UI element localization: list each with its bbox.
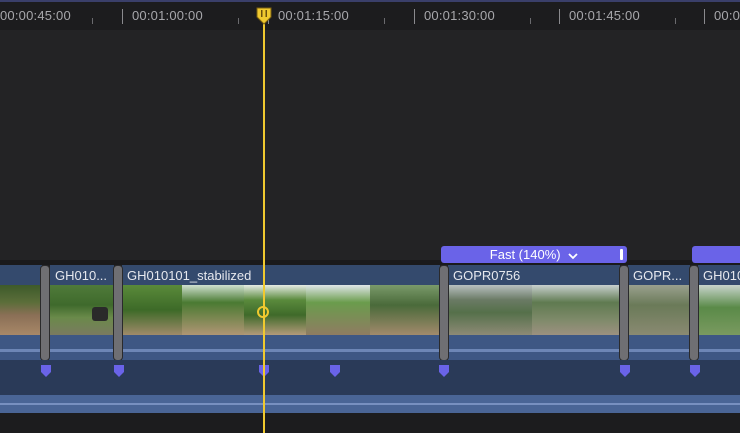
vehicle-shape [92, 307, 108, 321]
timecode-label: 00:01:00:00 [132, 8, 203, 23]
clip-thumbnail[interactable] [448, 285, 620, 335]
thumb-frame [244, 285, 306, 335]
clip-thumbnail[interactable] [50, 285, 114, 335]
clip-edit-point[interactable] [40, 265, 50, 361]
clip-thumbnail[interactable] [628, 285, 690, 335]
ruler-tick [704, 9, 705, 24]
clip-name: GH010 [703, 268, 740, 283]
marker-icon[interactable] [439, 365, 449, 377]
timecode-label: 00:01:30:00 [424, 8, 495, 23]
thumb-frame [532, 285, 620, 335]
clip-edit-point[interactable] [113, 265, 123, 361]
playhead-position-dot [257, 306, 269, 318]
ruler-tick [92, 18, 93, 24]
marker-icon[interactable] [330, 365, 340, 377]
marker-icon[interactable] [690, 365, 700, 377]
ruler-tick [122, 9, 123, 24]
timeline-bottom-area [0, 413, 740, 433]
clip-thumbnail[interactable] [698, 285, 740, 335]
ruler-tick [238, 18, 239, 24]
retime-label: Fast (140%) [489, 247, 561, 262]
ruler-tick [414, 9, 415, 24]
clip-header[interactable]: GH010 [698, 265, 740, 285]
clip-header[interactable]: GH010101_stabilized [122, 265, 440, 285]
timecode-label: 00:00:45:00 [0, 8, 71, 23]
timecode-label: 00:0 [714, 8, 740, 23]
clip-audio-waveform[interactable] [0, 335, 740, 360]
clip-name: GH010101_stabilized [127, 268, 252, 283]
clip-header[interactable]: GH010... [50, 265, 114, 285]
clip-edit-point[interactable] [689, 265, 699, 361]
ruler-tick [559, 9, 560, 24]
retime-handle[interactable] [620, 249, 623, 260]
clip-name: GOPR... [633, 268, 683, 283]
waveform-line [0, 403, 740, 405]
playhead-icon[interactable] [256, 7, 272, 25]
clip-edit-point[interactable] [619, 265, 629, 361]
audio-track-waveform[interactable] [0, 395, 740, 413]
retime-bar[interactable]: Fast (140%) [441, 246, 627, 263]
clip-name: GOPR0756 [453, 268, 521, 283]
marker-icon[interactable] [620, 365, 630, 377]
clip-edit-point[interactable] [439, 265, 449, 361]
chevron-down-icon [568, 252, 578, 259]
waveform-line [0, 349, 740, 352]
clip-name: GH010... [55, 268, 108, 283]
timeline-empty-area[interactable] [0, 30, 740, 260]
thumb-frame [370, 285, 440, 335]
playhead-line[interactable] [263, 18, 265, 433]
ruler-tick [384, 18, 385, 24]
clip-header[interactable]: GOPR0756 [448, 265, 620, 285]
marker-icon[interactable] [41, 365, 51, 377]
ruler-tick [530, 18, 531, 24]
thumb-frame [306, 285, 370, 335]
timeline-ruler[interactable]: 00:00:45:00 00:01:00:00 00:01:15:00 00:0… [0, 0, 740, 30]
thumb-frame [182, 285, 244, 335]
timecode-label: 00:01:45:00 [569, 8, 640, 23]
thumb-frame [122, 285, 182, 335]
clip-header[interactable]: GOPR... [628, 265, 690, 285]
timecode-label: 00:01:15:00 [278, 8, 349, 23]
ruler-tick [675, 18, 676, 24]
marker-icon[interactable] [114, 365, 124, 377]
clip-thumbnail[interactable] [0, 285, 42, 335]
clip-thumbnail[interactable] [122, 285, 440, 335]
clip-header[interactable] [0, 265, 42, 285]
retime-bar[interactable] [692, 246, 740, 263]
